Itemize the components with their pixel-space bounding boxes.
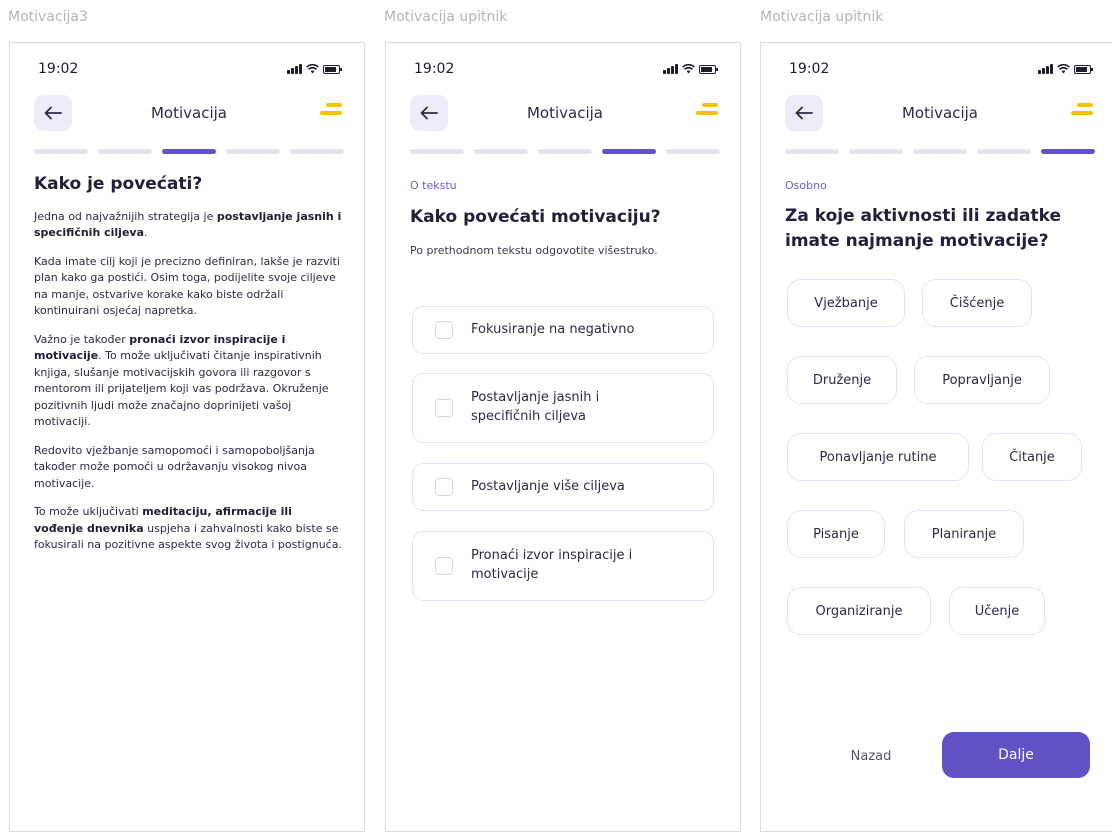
status-time: 19:02 [789,61,830,77]
article-paragraph: Kada imate cilj koji je precizno definir… [34,254,340,318]
status-bar: 19:02 [414,61,718,81]
progress-bar [410,149,720,154]
activity-chip[interactable]: Popravljanje [914,356,1050,404]
checkbox[interactable] [435,399,453,417]
header-title: Motivacija [150,104,227,122]
question-heading: Kako povećati motivaciju? [410,207,661,227]
activity-chip[interactable]: Druženje [787,356,897,404]
option-card[interactable]: Postavljanje jasnih i specifičnih ciljev… [412,373,714,443]
article-paragraph: Jedna od najvažnijih strategija je posta… [34,209,342,240]
signal-icon [287,64,302,74]
system-icons [1038,64,1093,74]
article-paragraph: Redovito vježbanje samopomoći i samopobo… [34,443,315,490]
article-heading: Kako je povećati? [34,174,203,194]
activity-chip[interactable]: Čitanje [982,433,1082,481]
progress-segment [538,149,592,154]
personal-header: Osobno Za koje aktivnosti ili zadatke im… [785,179,1097,253]
phone-frame-personal: 19:02 Motivacija Osobno Za koje aktivnos… [760,42,1112,832]
wifi-icon [682,64,695,74]
option-card[interactable]: Postavljanje više ciljeva [412,463,714,511]
battery-icon [1074,64,1093,74]
progress-segment-active [162,149,216,154]
frame-title: Motivacija3 [8,9,88,25]
section-label: Osobno [785,179,827,192]
progress-segment [34,149,88,154]
progress-segment [410,149,464,154]
checkbox[interactable] [435,321,453,339]
quiz-header: O tekstu Kako povećati motivaciju? Po pr… [410,179,718,257]
activity-chip[interactable]: Vježbanje [787,279,905,327]
option-card[interactable]: Pronaći izvor inspiracije i motivacije [412,531,714,601]
progress-segment [98,149,152,154]
signal-icon [663,64,678,74]
progress-segment-active [602,149,656,154]
option-label: Postavljanje više ciljeva [471,478,625,494]
menu-icon[interactable] [696,103,718,121]
phone-frame-article: 19:02 Motivacija Kako je povećati? Jedna… [9,42,365,832]
progress-segment [977,149,1031,154]
article-paragraph: Važno je također pronaći izvor inspiraci… [34,332,329,429]
progress-segment-active [1041,149,1095,154]
status-bar: 19:02 [789,61,1093,81]
app-header: Motivacija [785,95,1095,133]
article: Kako je povećati? Jedna od najvažnijih s… [34,173,342,566]
progress-bar [785,149,1095,154]
progress-segment [290,149,344,154]
wifi-icon [306,64,319,74]
progress-segment [474,149,528,154]
option-card[interactable]: Fokusiranje na negativno [412,306,714,354]
activity-chip[interactable]: Čišćenje [922,279,1032,327]
instruction-text: Po prethodnom tekstu odgovotite višestru… [410,243,658,257]
question-heading: Za koje aktivnosti ili zadatke imate naj… [785,206,1062,251]
menu-icon[interactable] [1071,103,1093,121]
progress-segment [913,149,967,154]
status-time: 19:02 [38,61,79,77]
activity-chip[interactable]: Ponavljanje rutine [787,433,969,481]
wifi-icon [1057,64,1070,74]
progress-segment [849,149,903,154]
app-header: Motivacija [410,95,720,133]
activity-chip[interactable]: Planiranje [904,510,1024,558]
menu-icon[interactable] [320,103,342,121]
frame-title: Motivacija upitnik [384,9,508,25]
section-label: O tekstu [410,179,457,192]
system-icons [663,64,718,74]
nazad-button[interactable]: Nazad [811,743,931,771]
battery-icon [699,64,718,74]
signal-icon [1038,64,1053,74]
option-label: Fokusiranje na negativno [471,321,635,337]
activity-chip[interactable]: Pisanje [787,510,885,558]
progress-segment [666,149,720,154]
phone-frame-quiz: 19:02 Motivacija O tekstu Kako povećati … [385,42,741,832]
status-time: 19:02 [414,61,455,77]
activity-chip[interactable]: Organiziranje [787,587,931,635]
option-label: Postavljanje jasnih i specifičnih ciljev… [471,390,600,424]
progress-segment [785,149,839,154]
system-icons [287,64,342,74]
progress-bar [34,149,344,154]
status-bar: 19:02 [38,61,342,81]
frame-title: Motivacija upitnik [760,9,884,25]
checkbox[interactable] [435,478,453,496]
activity-chip[interactable]: Učenje [949,587,1045,635]
article-paragraph: To može uključivati meditaciju, afirmaci… [34,505,342,552]
checkbox[interactable] [435,557,453,575]
option-label: Pronaći izvor inspiracije i motivacije [471,548,633,582]
header-title: Motivacija [526,104,603,122]
app-header: Motivacija [34,95,344,133]
dalje-button[interactable]: Dalje [942,732,1090,778]
header-title: Motivacija [901,104,978,122]
battery-icon [323,64,342,74]
progress-segment [226,149,280,154]
